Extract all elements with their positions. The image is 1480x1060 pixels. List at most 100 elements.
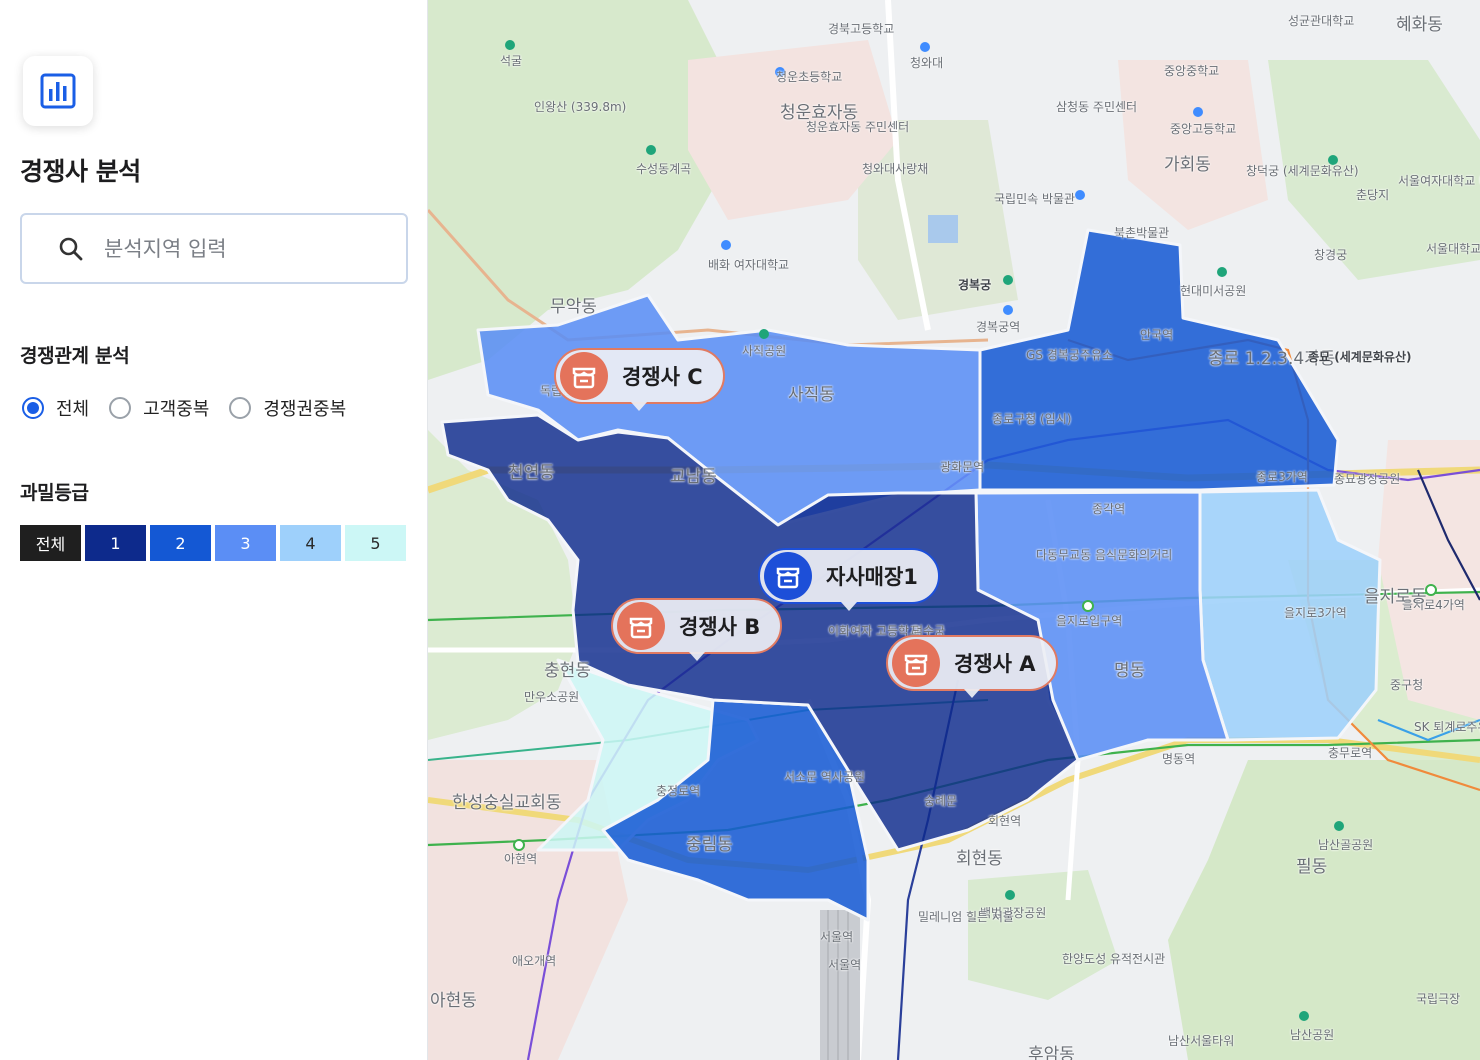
search-icon — [59, 237, 83, 260]
map-label-jungnim: 중림동 — [686, 835, 733, 855]
radio-label: 전체 — [56, 399, 90, 420]
map-label-chunghyeon: 충현동 — [544, 661, 591, 681]
competitor-b-marker[interactable]: 경쟁사 B — [611, 598, 783, 661]
relation-radio-group: 전체 고객중복 경쟁권중복 — [22, 395, 366, 421]
map-label-snu-hospital: 서울대학교 병원 — [1426, 242, 1480, 256]
store-icon — [617, 602, 665, 650]
marker-label: 경쟁사 B — [679, 615, 761, 639]
map-label-bukchon: 북촌박물관 — [1114, 226, 1170, 240]
map-label-seoul-womens: 서울여자대학교 대학로캠퍼스 — [1398, 174, 1480, 188]
map-label-toegyero: SK 퇴계로주유소 — [1414, 720, 1480, 734]
radio-label: 경쟁권중복 — [263, 399, 347, 420]
map-label-myeongdong: 명동 — [1114, 661, 1146, 681]
map-label-euljirodong: 을지로동 — [1364, 587, 1427, 607]
map-label-namsan: 남산골공원 — [1318, 838, 1374, 852]
map-label-cheongwadae: 청와대 — [910, 56, 944, 70]
map-label-muak: 무악동 — [550, 297, 597, 317]
grade-button-5[interactable]: 5 — [345, 525, 406, 561]
grade-button-3[interactable]: 3 — [215, 525, 276, 561]
radio-dot — [22, 397, 44, 419]
map-label-ahyeondong: 아현동 — [430, 991, 477, 1011]
map-label-jungang-hs: 중앙고등학교 — [1170, 122, 1237, 136]
map-label-hoehyeon-stn: 회현역 — [988, 814, 1022, 828]
map-label-aeogae: 애오개역 — [512, 954, 557, 968]
radio-dot — [229, 397, 252, 419]
competitor-c-marker[interactable]: 경쟁사 C — [554, 348, 725, 411]
search-input[interactable] — [104, 236, 364, 261]
grade-button-4[interactable]: 4 — [280, 525, 341, 561]
map-label-euljiro-stn: 을지로입구역 — [1056, 614, 1123, 628]
map-label-sajik: 사직공원 — [742, 344, 787, 358]
map-label-jonggak: 종각역 — [1092, 502, 1126, 516]
map-label-anguk: 안국역 — [1140, 328, 1174, 342]
map-label-gyeongbokgung-stn: 경복궁역 — [976, 320, 1021, 334]
grade-button-all[interactable]: 전체 — [20, 525, 81, 561]
map-label-hanyang: 한양도성 유적전시관 — [1062, 952, 1166, 966]
map-label-chundanji: 춘당지 — [1356, 188, 1390, 202]
map-label-dadong: 다동무교동 음식문화의거리 — [1036, 548, 1173, 562]
marker-label: 자사매장1 — [826, 565, 918, 589]
page-title: 경쟁사 분석 — [20, 157, 141, 186]
map-label-baehwa: 배화 여자대학교 — [708, 258, 790, 272]
map-label-gwanghwamun: 광화문역 — [940, 460, 985, 474]
map-label-gyeongbokgung: 경복궁 — [958, 278, 992, 292]
map-label-manwoo: 만우소공원 — [524, 690, 580, 704]
map-label-samcheong: 삼청동 주민센터 — [1056, 100, 1138, 114]
map-label-sungkyun: 성균관대학교 — [1288, 14, 1355, 28]
grade-button-2[interactable]: 2 — [150, 525, 211, 561]
map-label-millennium: 밀레니엄 힐튼 서울 — [918, 910, 1014, 924]
map-label-cheongun-es: 청운초등학교 — [776, 70, 843, 84]
map-view[interactable]: 혜화동 성균관대학교 경북고등학교 청와대 청운초등학교 청운효자동 청운효자동 주민센터 삼… — [428, 0, 1480, 1060]
map-label-namsan-park: 남산공원 — [1290, 1028, 1335, 1042]
map-label-gyeongbok-hs: 경북고등학교 — [828, 22, 895, 36]
map-label-jongmyo: 종묘 (세계문화유산) — [1308, 350, 1412, 364]
map-label-seokgul: 석굴 — [500, 54, 523, 68]
map-label-suseong: 수성동계곡 — [636, 162, 692, 176]
map-label-cheongwa-sarang: 청와대사랑채 — [862, 162, 929, 176]
map-label-changgyeong: 창경궁 — [1314, 248, 1348, 262]
radio-all[interactable]: 전체 — [22, 395, 89, 421]
map-label-sungnyemun: 숭례문 — [924, 794, 958, 808]
map-label-huam: 후암동 — [1028, 1045, 1075, 1060]
map-label-gahoe: 가회동 — [1164, 155, 1211, 175]
map-label-national-theater: 국립극장 — [1416, 992, 1461, 1006]
competitor-a-marker[interactable]: 경쟁사 A — [886, 635, 1058, 698]
map-label-seoul-stn2: 서울역 — [828, 958, 862, 972]
map-label-cheonyeon: 천연동 — [508, 463, 555, 483]
map-label-hyehwa: 혜화동 — [1396, 15, 1443, 35]
map-label-namsan-tower: 남산서울타워 — [1168, 1034, 1235, 1048]
grade-button-1[interactable]: 1 — [85, 525, 146, 561]
search-box[interactable] — [20, 213, 408, 284]
grade-filter: 전체 1 2 3 4 5 — [20, 525, 406, 561]
relation-section-title: 경쟁관계 분석 — [20, 345, 130, 367]
map-label-ahyeon: 아현역 — [504, 852, 538, 866]
map-label-seoul-stn: 서울역 — [820, 930, 854, 944]
map-label-sajikdong: 사직동 — [788, 385, 835, 405]
radio-area-overlap[interactable]: 경쟁권중복 — [229, 395, 346, 421]
map-label-gyonam: 교남동 — [670, 467, 717, 487]
map-label-jongno3ga: 종로3가역 — [1256, 470, 1308, 484]
store-icon — [764, 552, 812, 600]
map-label-changdeok: 창덕궁 (세계문화유산) — [1246, 164, 1359, 178]
marker-label: 경쟁사 A — [954, 652, 1036, 676]
sidebar: 경쟁사 분석 경쟁관계 분석 전체 고객중복 경쟁권중복 과밀등급 전체1234… — [0, 0, 428, 1060]
chart-app-icon[interactable] — [23, 56, 93, 126]
map-label-jongmyo-park: 종묘광장공원 — [1334, 472, 1401, 486]
map-label-seosomun: 서소문 역사공원 — [784, 770, 866, 784]
store-icon — [892, 639, 940, 687]
radio-dot — [109, 397, 132, 419]
map-label-chungmuro: 충무로역 — [1328, 746, 1373, 760]
own-store-marker[interactable]: 자사매장1 — [758, 548, 940, 611]
map-label-hyundai: 현대미서공원 — [1180, 284, 1247, 298]
map-label-hoehyeon: 회현동 — [956, 849, 1003, 869]
map-label-chungjeongno: 충정로역 — [656, 784, 701, 798]
map-label-sinchon: 한성숭실교회동 — [452, 793, 562, 813]
map-label-cheongun-center: 청운효자동 주민센터 — [806, 120, 910, 134]
map-label-pil: 필동 — [1296, 857, 1328, 877]
grade-section-title: 과밀등급 — [20, 482, 89, 504]
radio-label: 고객중복 — [143, 399, 210, 420]
map-label-jung-office: 중구청 — [1390, 678, 1424, 692]
marker-label: 경쟁사 C — [622, 365, 703, 389]
radio-customer-overlap[interactable]: 고객중복 — [109, 395, 209, 421]
map-base — [428, 0, 1480, 1060]
